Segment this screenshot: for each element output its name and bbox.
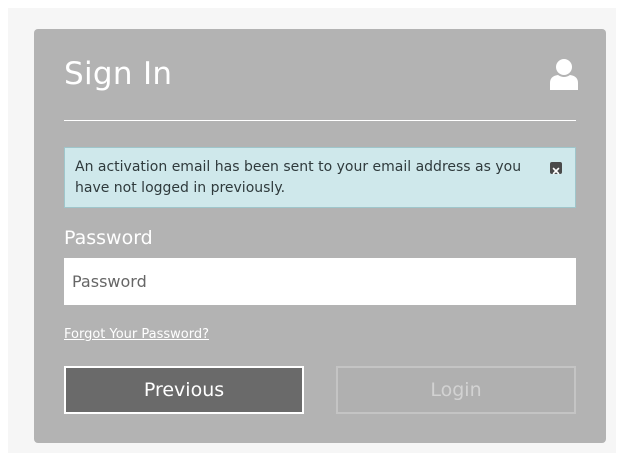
password-input[interactable] [64,258,576,305]
close-icon[interactable] [550,162,562,175]
password-label: Password [64,227,153,249]
login-button[interactable]: Login [336,366,576,414]
page-title: Sign In [64,56,173,92]
previous-button[interactable]: Previous [64,366,304,414]
alert-message: An activation email has been sent to you… [75,159,522,196]
signin-panel: Sign In An activation email has been sen… [34,29,606,443]
forgot-password-link[interactable]: Forgot Your Password? [64,327,209,342]
activation-alert: An activation email has been sent to you… [64,147,576,208]
title-divider [64,120,576,121]
user-icon [549,58,579,90]
